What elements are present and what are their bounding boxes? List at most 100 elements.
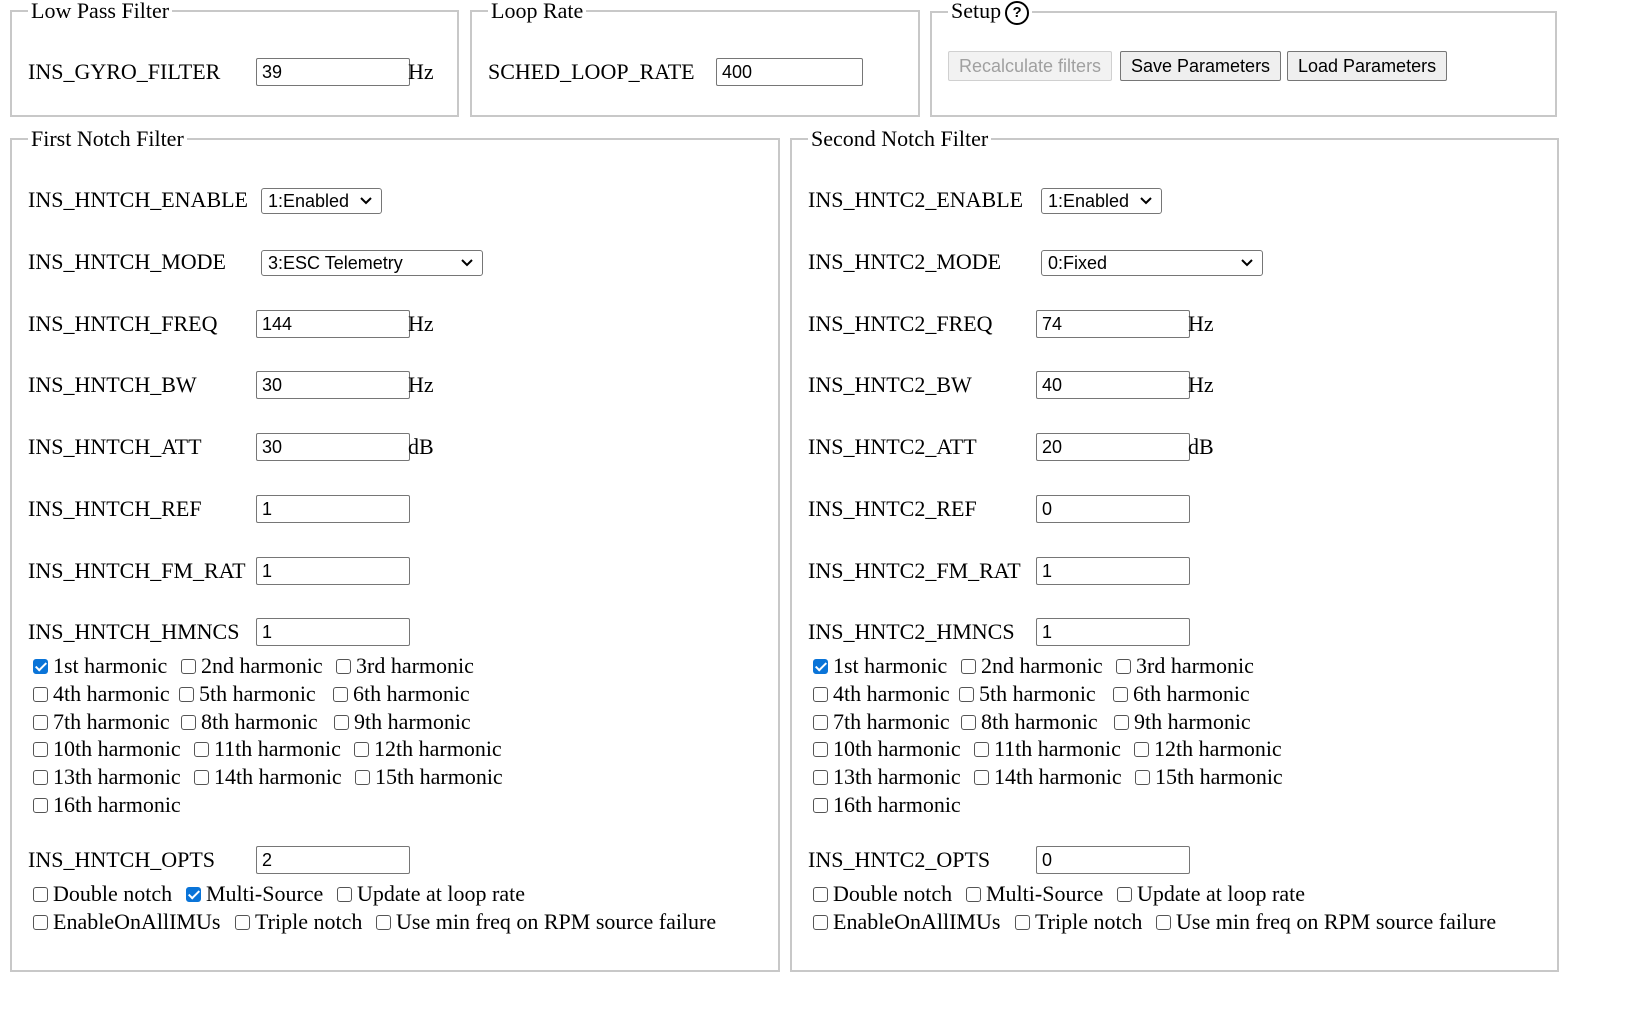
unchecked-checkbox-icon[interactable] — [33, 742, 48, 758]
notch2-enable-select[interactable]: 1:Enabled — [1041, 188, 1162, 214]
notch2-option-checkbox[interactable]: Use min freq on RPM source failure — [1156, 909, 1496, 935]
notch2-harmonic-checkbox[interactable]: 4th harmonic — [813, 681, 950, 707]
unchecked-checkbox-icon[interactable] — [337, 887, 352, 902]
notch2-harmonic-checkbox[interactable]: 7th harmonic — [813, 709, 950, 735]
notch2-option-checkbox[interactable]: Update at loop rate — [1117, 881, 1305, 907]
unchecked-checkbox-icon[interactable] — [1135, 770, 1150, 786]
save-parameters-button[interactable]: Save Parameters — [1120, 51, 1282, 81]
unchecked-checkbox-icon[interactable] — [966, 887, 981, 902]
notch2-harmonic-checkbox[interactable]: 12th harmonic — [1134, 736, 1282, 762]
notch1-ref-input[interactable] — [256, 495, 410, 523]
notch1-harmonic-checkbox[interactable]: 9th harmonic — [334, 709, 471, 735]
unchecked-checkbox-icon[interactable] — [33, 714, 48, 730]
unchecked-checkbox-icon[interactable] — [813, 887, 828, 902]
notch2-ref-input[interactable] — [1036, 495, 1190, 523]
notch1-harmonic-checkbox[interactable]: 7th harmonic — [33, 709, 170, 735]
notch2-harmonic-checkbox[interactable]: 13th harmonic — [813, 764, 961, 790]
notch2-harmonic-checkbox[interactable]: 6th harmonic — [1113, 681, 1250, 707]
notch2-harmonic-checkbox[interactable]: 3rd harmonic — [1116, 653, 1254, 679]
unchecked-checkbox-icon[interactable] — [194, 742, 209, 758]
sched-loop-rate-input[interactable] — [716, 58, 863, 86]
unchecked-checkbox-icon[interactable] — [354, 742, 369, 758]
unchecked-checkbox-icon[interactable] — [1113, 686, 1128, 702]
unchecked-checkbox-icon[interactable] — [813, 914, 828, 930]
notch1-freq-input[interactable] — [256, 310, 410, 338]
unchecked-checkbox-icon[interactable] — [33, 887, 48, 902]
notch2-harmonic-checkbox[interactable]: 9th harmonic — [1114, 709, 1251, 735]
unchecked-checkbox-icon[interactable] — [961, 714, 976, 730]
unchecked-checkbox-icon[interactable] — [334, 714, 349, 730]
unchecked-checkbox-icon[interactable] — [33, 798, 48, 813]
notch1-option-checkbox[interactable]: Use min freq on RPM source failure — [376, 909, 716, 935]
notch1-harmonic-checkbox[interactable]: 11th harmonic — [194, 736, 341, 762]
notch1-att-input[interactable] — [256, 433, 410, 461]
notch2-harmonic-checkbox[interactable]: 5th harmonic — [959, 681, 1096, 707]
notch2-att-input[interactable] — [1036, 433, 1190, 461]
unchecked-checkbox-icon[interactable] — [179, 686, 194, 702]
unchecked-checkbox-icon[interactable] — [355, 770, 370, 786]
notch2-option-checkbox[interactable]: Triple notch — [1015, 909, 1142, 935]
notch1-harmonic-checkbox[interactable]: 1st harmonic — [33, 653, 167, 679]
unchecked-checkbox-icon[interactable] — [813, 714, 828, 730]
unchecked-checkbox-icon[interactable] — [1134, 742, 1149, 758]
checked-checkbox-icon[interactable] — [33, 659, 48, 674]
unchecked-checkbox-icon[interactable] — [1116, 659, 1131, 674]
unchecked-checkbox-icon[interactable] — [1114, 714, 1129, 730]
notch1-harmonic-checkbox[interactable]: 10th harmonic — [33, 736, 181, 762]
notch1-harmonic-checkbox[interactable]: 12th harmonic — [354, 736, 502, 762]
unchecked-checkbox-icon[interactable] — [181, 659, 196, 674]
unchecked-checkbox-icon[interactable] — [974, 742, 989, 758]
notch1-mode-select[interactable]: 3:ESC Telemetry — [261, 250, 483, 276]
notch1-option-checkbox[interactable]: Multi-Source — [186, 881, 323, 907]
notch1-option-checkbox[interactable]: Triple notch — [235, 909, 362, 935]
notch2-harmonic-checkbox[interactable]: 15th harmonic — [1135, 764, 1283, 790]
notch1-harmonic-checkbox[interactable]: 8th harmonic — [181, 709, 318, 735]
notch2-option-checkbox[interactable]: Multi-Source — [966, 881, 1103, 907]
notch1-harmonic-checkbox[interactable]: 5th harmonic — [179, 681, 316, 707]
unchecked-checkbox-icon[interactable] — [961, 659, 976, 674]
help-icon[interactable]: ? — [1005, 0, 1030, 25]
notch2-hmncs-input[interactable] — [1036, 618, 1190, 646]
notch2-option-checkbox[interactable]: Double notch — [813, 881, 952, 907]
notch1-harmonic-checkbox[interactable]: 13th harmonic — [33, 764, 181, 790]
notch2-option-checkbox[interactable]: EnableOnAllIMUs — [813, 909, 1000, 935]
notch1-enable-select[interactable]: 1:Enabled — [261, 188, 382, 214]
notch2-fm-rat-input[interactable] — [1036, 557, 1190, 585]
notch2-harmonic-checkbox[interactable]: 14th harmonic — [974, 764, 1122, 790]
notch1-harmonic-checkbox[interactable]: 3rd harmonic — [336, 653, 474, 679]
notch1-harmonic-checkbox[interactable]: 16th harmonic — [33, 792, 181, 818]
unchecked-checkbox-icon[interactable] — [1156, 914, 1171, 930]
notch2-bw-input[interactable] — [1036, 371, 1190, 399]
notch1-fm-rat-input[interactable] — [256, 557, 410, 585]
unchecked-checkbox-icon[interactable] — [813, 742, 828, 758]
notch2-freq-input[interactable] — [1036, 310, 1190, 338]
notch1-harmonic-checkbox[interactable]: 6th harmonic — [333, 681, 470, 707]
unchecked-checkbox-icon[interactable] — [336, 659, 351, 674]
notch1-option-checkbox[interactable]: EnableOnAllIMUs — [33, 909, 220, 935]
notch2-opts-input[interactable] — [1036, 846, 1190, 874]
checked-checkbox-icon[interactable] — [813, 659, 828, 674]
unchecked-checkbox-icon[interactable] — [813, 770, 828, 786]
notch1-harmonic-checkbox[interactable]: 14th harmonic — [194, 764, 342, 790]
unchecked-checkbox-icon[interactable] — [959, 686, 974, 702]
notch1-harmonic-checkbox[interactable]: 15th harmonic — [355, 764, 503, 790]
unchecked-checkbox-icon[interactable] — [813, 798, 828, 813]
unchecked-checkbox-icon[interactable] — [813, 686, 828, 702]
notch2-harmonic-checkbox[interactable]: 2nd harmonic — [961, 653, 1103, 679]
recalculate-filters-button[interactable]: Recalculate filters — [948, 51, 1113, 81]
unchecked-checkbox-icon[interactable] — [1015, 914, 1030, 930]
notch2-harmonic-checkbox[interactable]: 8th harmonic — [961, 709, 1098, 735]
notch1-option-checkbox[interactable]: Update at loop rate — [337, 881, 525, 907]
notch1-harmonic-checkbox[interactable]: 4th harmonic — [33, 681, 170, 707]
notch1-option-checkbox[interactable]: Double notch — [33, 881, 172, 907]
notch1-bw-input[interactable] — [256, 371, 410, 399]
unchecked-checkbox-icon[interactable] — [376, 914, 391, 930]
notch1-opts-input[interactable] — [256, 846, 410, 874]
unchecked-checkbox-icon[interactable] — [194, 770, 209, 786]
unchecked-checkbox-icon[interactable] — [33, 686, 48, 702]
unchecked-checkbox-icon[interactable] — [974, 770, 989, 786]
notch1-hmncs-input[interactable] — [256, 618, 410, 646]
unchecked-checkbox-icon[interactable] — [333, 686, 348, 702]
notch1-harmonic-checkbox[interactable]: 2nd harmonic — [181, 653, 323, 679]
notch2-mode-select[interactable]: 0:Fixed — [1041, 250, 1263, 276]
